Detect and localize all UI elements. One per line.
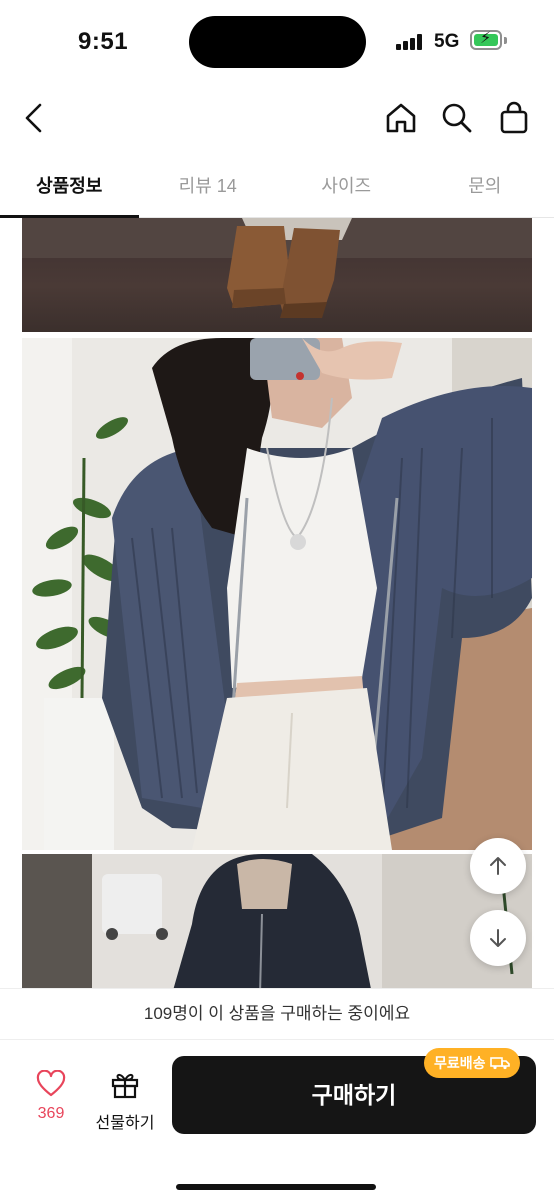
like-button[interactable]: 369 — [22, 1069, 80, 1123]
status-bar: 9:51 5G ⚡ — [0, 0, 554, 84]
home-button[interactable] — [381, 98, 421, 138]
tab-inquiry[interactable]: 문의 — [416, 158, 554, 217]
arrow-up-icon — [490, 857, 506, 875]
product-tabs: 상품정보 리뷰 14 사이즈 문의 — [0, 158, 554, 218]
gift-icon — [111, 1073, 139, 1099]
nav-bar — [0, 84, 554, 154]
gift-label: 선물하기 — [95, 1115, 155, 1132]
product-photo-cardigan-hood — [22, 854, 532, 988]
tab-reviews[interactable]: 리뷰 14 — [139, 158, 278, 217]
free-shipping-badge: 무료배송 — [424, 1048, 520, 1078]
product-detail-images[interactable] — [0, 218, 554, 988]
tab-product-info[interactable]: 상품정보 — [0, 158, 139, 218]
scroll-up-button[interactable] — [470, 838, 526, 894]
scroll-down-button[interactable] — [470, 910, 526, 966]
battery-cap — [504, 37, 507, 44]
status-time: 9:51 — [78, 28, 129, 55]
dynamic-island — [189, 16, 366, 68]
gift-button[interactable]: 선물하기 — [90, 1070, 160, 1133]
product-photo-cardigan-front — [22, 338, 532, 850]
purchasing-now-notice: 109명이 이 상품을 구매하는 중이에요 — [0, 988, 554, 1040]
home-icon — [386, 103, 416, 133]
like-count: 369 — [37, 1105, 65, 1122]
product-photo-boots — [22, 218, 532, 332]
truck-icon — [489, 1057, 510, 1070]
home-indicator — [176, 1184, 376, 1190]
tab-size[interactable]: 사이즈 — [277, 158, 416, 217]
search-icon — [442, 103, 472, 133]
battery-icon: ⚡ — [470, 30, 502, 50]
signal-icon — [396, 34, 426, 50]
free-shipping-label: 무료배송 — [434, 1055, 486, 1071]
network-label: 5G — [434, 31, 460, 52]
shopping-bag-icon — [500, 101, 528, 134]
cart-button[interactable] — [494, 98, 534, 138]
chevron-left-icon — [25, 103, 42, 133]
bottom-action-bar: 369 선물하기 구매하기 무료배송 — [0, 1040, 554, 1200]
back-button[interactable] — [14, 98, 54, 138]
search-button[interactable] — [437, 98, 477, 138]
heart-icon — [36, 1069, 66, 1097]
arrow-down-icon — [490, 929, 506, 947]
